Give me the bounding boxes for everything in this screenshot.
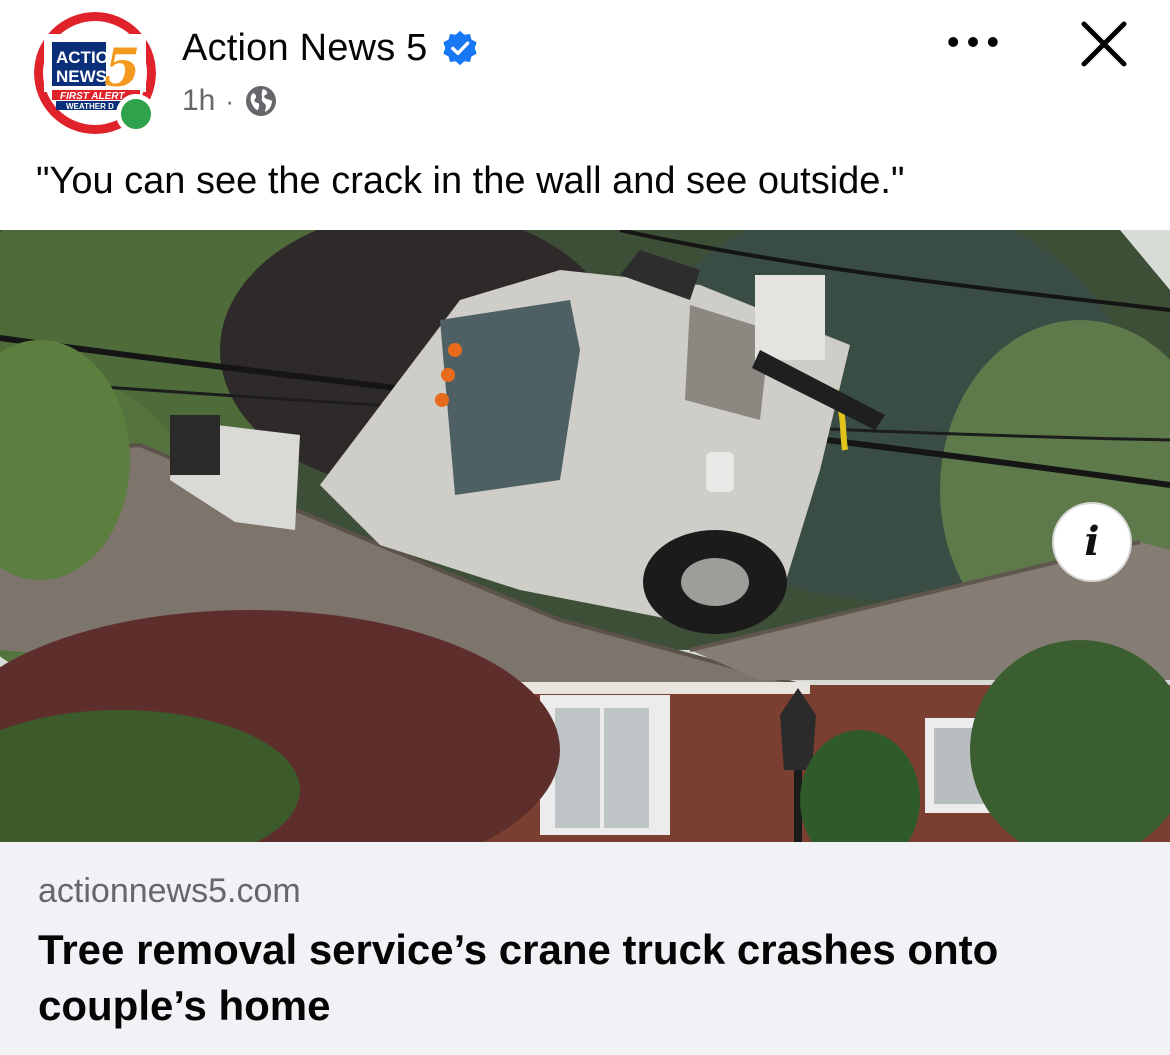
info-icon: i xyxy=(1084,518,1100,565)
more-options-icon xyxy=(948,37,998,47)
post-header: ACTION NEWS 5 FIRST ALERT WEATHER D Acti… xyxy=(0,0,1170,230)
globe-icon xyxy=(246,86,277,116)
link-domain: actionnews5.com xyxy=(38,872,301,910)
more-options-button[interactable] xyxy=(940,20,1006,64)
post-message: "You can see the crack in the wall and s… xyxy=(36,160,905,202)
close-button[interactable] xyxy=(1074,14,1134,74)
post-image[interactable]: i xyxy=(0,230,1170,842)
close-icon xyxy=(1081,21,1127,67)
page-avatar[interactable]: ACTION NEWS 5 FIRST ALERT WEATHER D xyxy=(34,12,156,134)
page-name-row: Action News 5 xyxy=(182,24,479,72)
link-title[interactable]: Tree removal service’s crane truck crash… xyxy=(38,922,1118,1034)
meta-separator: · xyxy=(225,85,235,116)
crane-truck-on-roof-photo xyxy=(0,230,1170,842)
svg-text:NEWS: NEWS xyxy=(56,67,107,86)
page-name[interactable]: Action News 5 xyxy=(182,27,427,70)
image-info-button[interactable]: i xyxy=(1052,502,1132,582)
online-status-dot xyxy=(116,94,156,134)
svg-text:FIRST ALERT: FIRST ALERT xyxy=(60,91,125,102)
svg-text:5: 5 xyxy=(104,38,140,99)
verified-badge-icon xyxy=(443,30,478,66)
svg-text:WEATHER D: WEATHER D xyxy=(66,102,114,111)
post-timestamp[interactable]: 1h xyxy=(182,84,215,118)
post-meta: 1h · xyxy=(182,82,278,120)
